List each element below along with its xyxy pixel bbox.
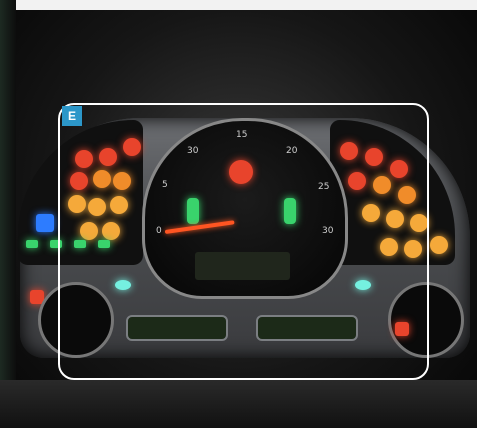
- top-border: [0, 0, 477, 10]
- warning-lamp: [430, 236, 448, 254]
- dashboard-bottom: [0, 380, 477, 428]
- high-beam-lamp: [36, 214, 54, 232]
- left-edge: [0, 0, 16, 428]
- indicator-lamp: [26, 240, 38, 248]
- instrument-cluster-photo: 30 15 20 5 25 0 30 E: [0, 0, 477, 428]
- highlight-box: [58, 103, 429, 380]
- figure-label: E: [62, 106, 82, 126]
